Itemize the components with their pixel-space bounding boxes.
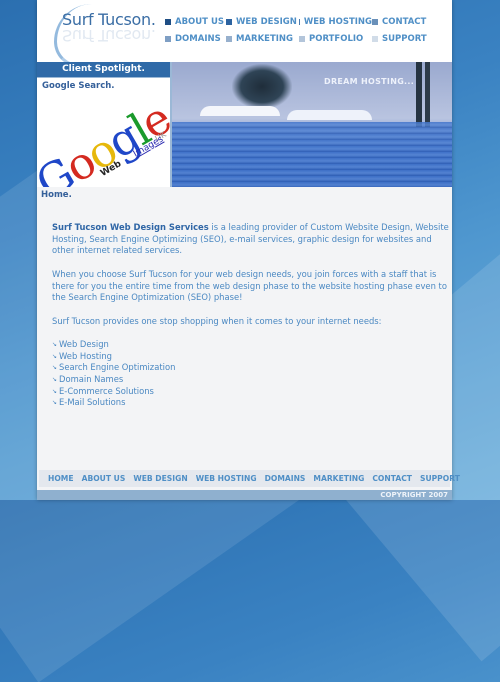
header: Surf Tucson. Surf Tucson. ABOUT US WEB D…: [37, 0, 452, 67]
hero-banner-image: DREAM HOSTING...: [172, 62, 452, 187]
top-nav-row-1: ABOUT US WEB DESIGN WEB HOSTING CONTACT: [165, 13, 450, 30]
service-item[interactable]: ↘ Web Hosting: [52, 351, 452, 363]
pool-water: [172, 122, 452, 187]
spotlight-subtitle: Google Search.: [42, 81, 115, 91]
nav-label: ABOUT US: [175, 16, 224, 27]
nav-label: SUPPORT: [382, 33, 427, 44]
footer-navigation: HOME ABOUT US WEB DESIGN WEB HOSTING DOM…: [39, 470, 460, 487]
arrow-bullet-icon: ↘: [52, 399, 58, 407]
palm-trunk: [425, 62, 430, 127]
footer-link-marketing[interactable]: MARKETING: [309, 474, 368, 483]
hero-caption: DREAM HOSTING...: [324, 77, 415, 86]
paragraph-2: When you choose Surf Tucson for your web…: [52, 268, 447, 303]
square-bullet-icon: [372, 18, 378, 25]
logo-reflection: Surf Tucson.: [62, 26, 156, 45]
footer-link-support[interactable]: SUPPORT: [416, 474, 464, 483]
palm-tree-icon: [232, 64, 292, 109]
services-list: ↘ Web Design ↘ Web Hosting ↘ Search Engine …: [52, 339, 452, 409]
square-bullet-icon: [299, 18, 300, 25]
nav-about-us[interactable]: ABOUT US: [165, 13, 226, 30]
arrow-bullet-icon: ↘: [52, 376, 58, 384]
intro-bold: Surf Tucson Web Design Services: [52, 222, 209, 232]
footer-link-home[interactable]: HOME: [44, 474, 78, 483]
footer-link-about-us[interactable]: ABOUT US: [78, 474, 130, 483]
footer-link-web-design[interactable]: WEB DESIGN: [129, 474, 191, 483]
service-item[interactable]: ↘ E-Commerce Solutions: [52, 386, 452, 398]
google-screenshot-image: Google UK Images Web: [37, 92, 170, 187]
arrow-bullet-icon: ↘: [52, 352, 58, 360]
footer-link-domains[interactable]: DOMAINS: [261, 474, 310, 483]
palm-trunk: [416, 62, 422, 127]
nav-label: PORTFOLIO: [309, 33, 364, 44]
service-item[interactable]: ↘ E-Mail Solutions: [52, 397, 452, 409]
nav-label: WEB HOSTING: [303, 16, 372, 27]
nav-support[interactable]: SUPPORT: [372, 30, 442, 47]
nav-label: CONTACT: [382, 16, 427, 27]
spotlight-title: Client Spotlight.: [37, 62, 170, 78]
arrow-bullet-icon: ↘: [52, 387, 58, 395]
service-item[interactable]: ↘ Search Engine Optimization: [52, 362, 452, 374]
intro-paragraph: Surf Tucson Web Design Services is a lea…: [52, 222, 452, 257]
top-nav-row-2: DOMAINS MARKETING PORTFOLIO SUPPORT: [165, 30, 450, 47]
arrow-bullet-icon: ↘: [52, 364, 58, 372]
square-bullet-icon: [165, 18, 171, 25]
arrow-bullet-icon: ↘: [52, 340, 58, 348]
top-navigation: ABOUT US WEB DESIGN WEB HOSTING CONTACT: [165, 13, 450, 47]
client-spotlight[interactable]: Client Spotlight. Google Search. Google …: [37, 62, 172, 187]
nav-label: WEB DESIGN: [236, 16, 297, 27]
footer-link-web-hosting[interactable]: WEB HOSTING: [192, 474, 261, 483]
nav-contact[interactable]: CONTACT: [372, 13, 442, 30]
umbrella-shape: [200, 106, 280, 116]
paragraph-3: Surf Tucson provides one stop shopping w…: [52, 315, 382, 326]
nav-web-hosting[interactable]: WEB HOSTING: [299, 13, 372, 30]
square-bullet-icon: [165, 35, 171, 42]
main-content: Surf Tucson Web Design Services is a lea…: [52, 222, 452, 409]
square-bullet-icon: [226, 18, 232, 25]
nav-label: MARKETING: [236, 33, 294, 44]
nav-label: DOMAINS: [175, 33, 221, 44]
square-bullet-icon: [299, 35, 305, 42]
page-container: Surf Tucson. Surf Tucson. ABOUT US WEB D…: [37, 0, 460, 500]
breadcrumb: Home.: [41, 190, 72, 200]
square-bullet-icon: [372, 35, 378, 42]
site-logo[interactable]: Surf Tucson. Surf Tucson.: [52, 2, 177, 67]
copyright: COPYRIGHT 2007: [37, 490, 452, 500]
umbrella-shape: [287, 110, 372, 120]
service-item[interactable]: ↘ Domain Names: [52, 374, 452, 386]
square-bullet-icon: [226, 35, 232, 42]
nav-web-design[interactable]: WEB DESIGN: [226, 13, 299, 30]
nav-domains[interactable]: DOMAINS: [165, 30, 226, 47]
service-item[interactable]: ↘ Web Design: [52, 339, 452, 351]
nav-portfolio[interactable]: PORTFOLIO: [299, 30, 372, 47]
nav-marketing[interactable]: MARKETING: [226, 30, 299, 47]
footer-link-contact[interactable]: CONTACT: [368, 474, 416, 483]
